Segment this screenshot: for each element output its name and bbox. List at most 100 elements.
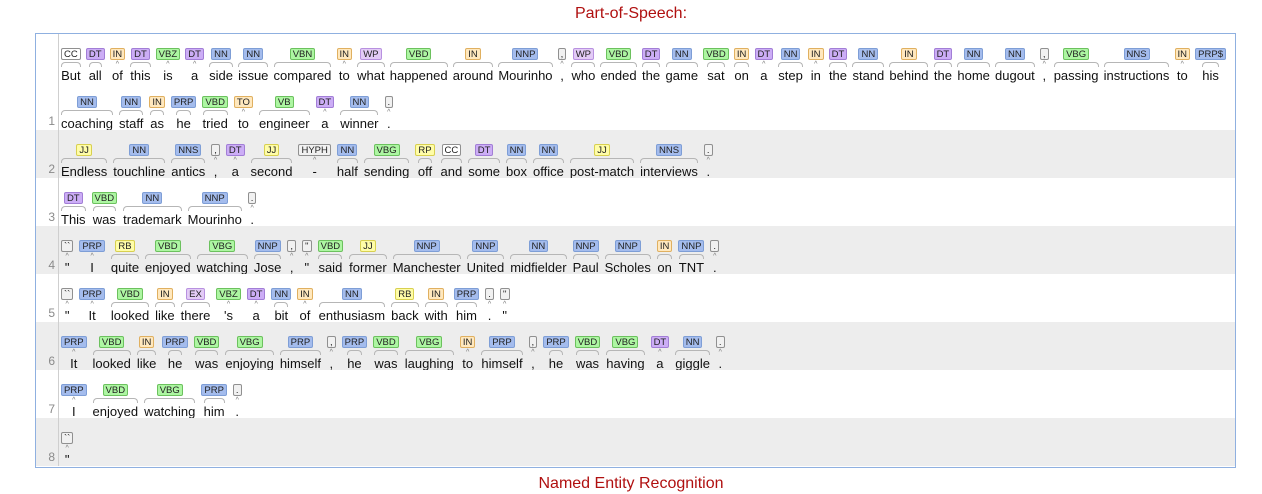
pos-tag[interactable]: VBG bbox=[612, 336, 639, 348]
pos-tag[interactable]: NNP bbox=[572, 240, 599, 252]
pos-tag[interactable]: NN bbox=[780, 48, 801, 60]
pos-tag[interactable]: NNP bbox=[614, 240, 641, 252]
pos-tag[interactable]: JJ bbox=[360, 240, 376, 252]
pos-tag[interactable]: NN bbox=[538, 144, 559, 156]
token[interactable]: , bbox=[560, 68, 564, 84]
token[interactable]: home bbox=[957, 68, 990, 84]
pos-tag[interactable]: , bbox=[1039, 48, 1049, 60]
token[interactable]: , bbox=[1042, 68, 1046, 84]
pos-tag[interactable]: IN bbox=[149, 96, 165, 108]
token[interactable]: the bbox=[829, 68, 847, 84]
pos-tag[interactable]: TO bbox=[233, 96, 253, 108]
pos-tag[interactable]: RP bbox=[415, 144, 435, 156]
token[interactable]: compared bbox=[274, 68, 332, 84]
pos-tag[interactable]: VBD bbox=[405, 48, 432, 60]
pos-tag[interactable]: IN bbox=[297, 288, 313, 300]
pos-tag[interactable]: NNP bbox=[413, 240, 440, 252]
pos-tag[interactable]: . bbox=[710, 240, 720, 252]
pos-tag[interactable]: VBD bbox=[703, 48, 729, 60]
pos-tag[interactable]: IN bbox=[656, 240, 673, 252]
token[interactable]: behind bbox=[889, 68, 928, 84]
pos-tag[interactable]: VBD bbox=[317, 240, 344, 252]
token[interactable]: a bbox=[191, 68, 198, 84]
pos-tag[interactable]: VBD bbox=[98, 336, 125, 348]
pos-tag[interactable]: NNP bbox=[472, 240, 499, 252]
token[interactable]: who bbox=[571, 68, 595, 84]
pos-tag[interactable]: NNP bbox=[201, 192, 228, 204]
pos-tag[interactable]: NN bbox=[142, 192, 163, 204]
pos-tag[interactable]: IN bbox=[901, 48, 917, 60]
token[interactable]: sat bbox=[707, 68, 724, 84]
pos-tag[interactable]: NNS bbox=[175, 144, 202, 156]
pos-tag[interactable]: NN bbox=[671, 48, 692, 60]
pos-tag[interactable]: JJ bbox=[594, 144, 610, 156]
pos-tag[interactable]: NN bbox=[121, 96, 142, 108]
pos-tag[interactable]: VBG bbox=[373, 144, 400, 156]
pos-tag[interactable]: IN bbox=[808, 48, 824, 60]
token[interactable]: this bbox=[130, 68, 150, 84]
pos-tag[interactable]: NNS bbox=[1123, 48, 1150, 60]
pos-tag[interactable]: DT bbox=[754, 48, 774, 60]
pos-tag[interactable]: PRP bbox=[543, 336, 569, 348]
pos-tag[interactable]: DT bbox=[63, 192, 83, 204]
pos-tag[interactable]: HYPH bbox=[298, 144, 331, 156]
token[interactable]: to bbox=[1177, 68, 1188, 84]
pos-tag[interactable]: WP bbox=[360, 48, 382, 60]
pos-tag[interactable]: NNP bbox=[678, 240, 705, 252]
token[interactable]: what bbox=[357, 68, 384, 84]
pos-tag[interactable]: IN bbox=[1174, 48, 1191, 60]
token[interactable]: the bbox=[934, 68, 952, 84]
pos-tag[interactable]: VBD bbox=[202, 96, 228, 108]
pos-tag[interactable]: DT bbox=[641, 48, 661, 60]
pos-tag[interactable]: '' bbox=[499, 288, 510, 300]
pos-tag[interactable]: PRP bbox=[201, 384, 227, 396]
pos-tag[interactable]: NN bbox=[349, 96, 370, 108]
token[interactable]: a bbox=[760, 68, 767, 84]
token[interactable]: game bbox=[666, 68, 699, 84]
token[interactable]: But bbox=[61, 68, 81, 84]
pos-tag[interactable]: PRP bbox=[489, 336, 515, 348]
pos-tag[interactable]: IN bbox=[465, 48, 481, 60]
pos-tag[interactable]: DT bbox=[85, 48, 105, 60]
pos-tag[interactable]: VBD bbox=[155, 240, 181, 252]
pos-tag[interactable]: NN bbox=[77, 96, 97, 108]
token[interactable]: on bbox=[734, 68, 748, 84]
pos-tag[interactable]: IN bbox=[138, 336, 155, 348]
pos-tag[interactable]: PRP bbox=[341, 336, 368, 348]
pos-tag[interactable]: . bbox=[703, 144, 713, 156]
pos-tag[interactable]: PRP bbox=[162, 336, 188, 348]
pos-tag[interactable]: IN bbox=[157, 288, 173, 300]
token[interactable]: issue bbox=[238, 68, 268, 84]
pos-tag[interactable]: . bbox=[384, 96, 394, 108]
pos-tag[interactable]: DT bbox=[185, 48, 204, 60]
pos-tag[interactable]: NNP bbox=[254, 240, 281, 252]
pos-tag[interactable]: VBD bbox=[117, 288, 143, 300]
pos-tag[interactable]: NN bbox=[337, 144, 358, 156]
pos-tag[interactable]: VBG bbox=[1063, 48, 1090, 60]
pos-tag[interactable]: NN bbox=[243, 48, 264, 60]
pos-tag[interactable]: , bbox=[557, 48, 567, 60]
pos-tag[interactable]: PRP bbox=[79, 288, 105, 300]
pos-tag[interactable]: DT bbox=[246, 288, 266, 300]
pos-tag[interactable]: `` bbox=[61, 288, 74, 300]
pos-tag[interactable]: VBG bbox=[156, 384, 183, 396]
pos-tag[interactable]: , bbox=[327, 336, 336, 348]
token[interactable]: stand bbox=[852, 68, 884, 84]
pos-tag[interactable]: , bbox=[528, 336, 538, 348]
pos-tag[interactable]: NN bbox=[682, 336, 703, 348]
pos-tag[interactable]: CC bbox=[441, 144, 462, 156]
pos-tag[interactable]: PRP bbox=[61, 384, 87, 396]
pos-tag[interactable]: `` bbox=[61, 432, 74, 444]
pos-tag[interactable]: VBG bbox=[416, 336, 443, 348]
pos-tag[interactable]: IN bbox=[336, 48, 352, 60]
token[interactable]: happened bbox=[390, 68, 448, 84]
pos-tag[interactable]: . bbox=[232, 384, 242, 396]
pos-tag[interactable]: IN bbox=[733, 48, 750, 60]
pos-tag[interactable]: IN bbox=[109, 48, 126, 60]
token[interactable]: around bbox=[453, 68, 493, 84]
token[interactable]: is bbox=[163, 68, 172, 84]
pos-tag[interactable]: VBG bbox=[209, 240, 236, 252]
pos-tag[interactable]: , bbox=[211, 144, 220, 156]
pos-tag[interactable]: DT bbox=[828, 48, 848, 60]
pos-tag[interactable]: NN bbox=[211, 48, 231, 60]
